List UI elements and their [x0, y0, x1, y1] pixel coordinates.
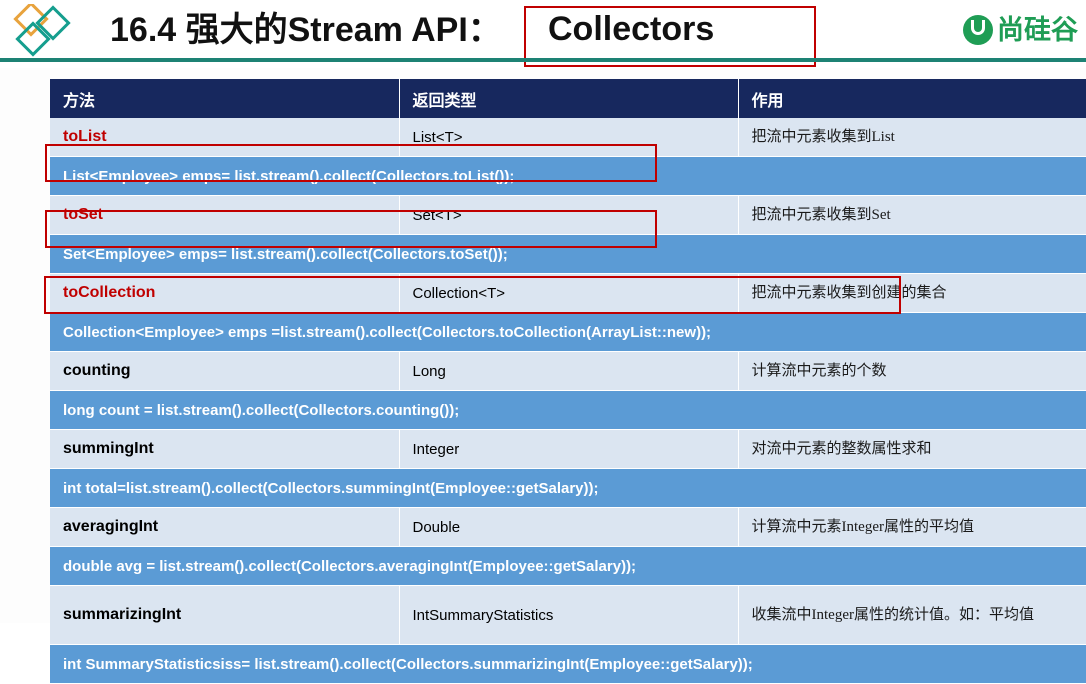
method-description: 计算流中元素的个数 [738, 351, 1086, 391]
code-row: Collection<Employee> emps =list.stream()… [50, 312, 1086, 352]
code-snippet: Set<Employee> emps= list.stream().collec… [50, 234, 1086, 274]
method-description: 计算流中元素Integer属性的平均值 [738, 507, 1086, 547]
method-return-type: Integer [399, 429, 739, 469]
table-row: toSet Set<T> 把流中元素收集到Set [50, 195, 1086, 235]
method-description: 把流中元素收集到Set [738, 195, 1086, 235]
method-name: summingInt [50, 429, 400, 469]
method-name: toCollection [50, 273, 400, 313]
code-snippet: Collection<Employee> emps =list.stream()… [50, 312, 1086, 352]
table-row: summarizingInt IntSummaryStatistics 收集流中… [50, 585, 1086, 645]
method-return-type: Long [399, 351, 739, 391]
code-row: int total=list.stream().collect(Collecto… [50, 468, 1086, 508]
code-snippet: List<Employee> emps= list.stream().colle… [50, 156, 1086, 196]
code-row: int SummaryStatisticsiss= list.stream().… [50, 644, 1086, 684]
code-snippet: long count = list.stream().collect(Colle… [50, 390, 1086, 430]
collectors-table: 方法 返回类型 作用 toList List<T> 把流中元素收集到List L… [50, 79, 1086, 684]
column-header-method: 方法 [50, 79, 400, 118]
method-return-type: IntSummaryStatistics [399, 585, 739, 645]
page-title: 16.4 强大的Stream API： [110, 11, 502, 49]
method-name: summarizingInt [50, 585, 400, 645]
code-snippet: int total=list.stream().collect(Collecto… [50, 468, 1086, 508]
method-description: 把流中元素收集到List [738, 118, 1086, 157]
method-return-type: Set<T> [399, 195, 739, 235]
column-header-return-type: 返回类型 [399, 79, 739, 118]
code-snippet: double avg = list.stream().collect(Colle… [50, 546, 1086, 586]
code-row: double avg = list.stream().collect(Colle… [50, 546, 1086, 586]
table-row: averagingInt Double 计算流中元素Integer属性的平均值 [50, 507, 1086, 547]
brand-logo: 尚硅谷 [963, 10, 1078, 50]
method-return-type: Collection<T> [399, 273, 739, 313]
method-name: counting [50, 351, 400, 391]
method-return-type: Double [399, 507, 739, 547]
header-divider [0, 58, 1086, 62]
diamond-logo [8, 4, 80, 60]
table-header-row: 方法 返回类型 作用 [50, 79, 1086, 118]
table-row: counting Long 计算流中元素的个数 [50, 351, 1086, 391]
table-row: toCollection Collection<T> 把流中元素收集到创建的集合 [50, 273, 1086, 313]
table-row: summingInt Integer 对流中元素的整数属性求和 [50, 429, 1086, 469]
method-description: 把流中元素收集到创建的集合 [738, 273, 1086, 313]
collectors-table-wrap: 方法 返回类型 作用 toList List<T> 把流中元素收集到List L… [50, 79, 1086, 684]
code-row: Set<Employee> emps= list.stream().collec… [50, 234, 1086, 274]
u-circle-icon [963, 15, 993, 45]
column-header-description: 作用 [738, 79, 1086, 118]
table-row: toList List<T> 把流中元素收集到List [50, 118, 1086, 157]
method-name: toList [50, 118, 400, 157]
code-row: List<Employee> emps= list.stream().colle… [50, 156, 1086, 196]
method-return-type: List<T> [399, 118, 739, 157]
method-description: 对流中元素的整数属性求和 [738, 429, 1086, 469]
method-description: 收集流中Integer属性的统计值。如：平均值 [738, 585, 1086, 645]
brand-wordmark: 尚硅谷 [997, 15, 1078, 45]
slide-header: 16.4 强大的Stream API： Collectors 尚硅谷 [0, 0, 1086, 68]
method-name: toSet [50, 195, 400, 235]
code-row: long count = list.stream().collect(Colle… [50, 390, 1086, 430]
method-name: averagingInt [50, 507, 400, 547]
code-snippet: int SummaryStatisticsiss= list.stream().… [50, 644, 1086, 684]
